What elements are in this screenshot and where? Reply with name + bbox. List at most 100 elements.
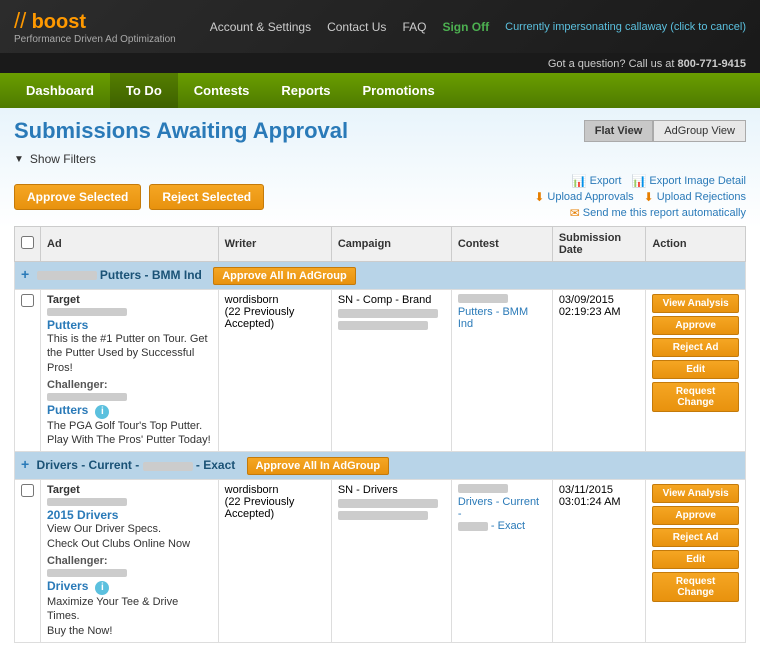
writer-cell-drivers: wordisborn (22 Previously Accepted) <box>218 480 331 642</box>
redacted-campaign <box>338 309 438 318</box>
reject-ad-button-drivers[interactable]: Reject Ad <box>652 528 739 547</box>
contest-link-putters[interactable]: Putters - BMM Ind <box>458 306 528 330</box>
logo-area: // boost Performance Driven Ad Optimizat… <box>14 8 176 45</box>
reject-selected-button[interactable]: Reject Selected <box>149 184 264 210</box>
view-analysis-button-drivers[interactable]: View Analysis <box>652 484 739 503</box>
target-label: Target <box>47 294 212 306</box>
request-change-button-drivers[interactable]: Request Change <box>652 572 739 602</box>
nav-dashboard[interactable]: Dashboard <box>10 73 110 108</box>
writer-name: wordisborn <box>225 294 325 306</box>
flat-view-button[interactable]: Flat View <box>584 120 653 142</box>
challenger-desc-2: Play With The Pros' Putter Today! <box>47 433 212 447</box>
view-buttons: Flat View AdGroup View <box>584 120 746 142</box>
action-cell-drivers: View Analysis Approve Reject Ad Edit Req… <box>646 480 746 642</box>
action-bar: Approve Selected Reject Selected 📊 Expor… <box>14 174 746 220</box>
col-action: Action <box>646 227 746 262</box>
challenger-title-drivers[interactable]: Drivers <box>47 579 88 593</box>
group-header-cell-putters: + Putters - BMM Ind Approve All In AdGro… <box>15 262 746 290</box>
export-label: Export <box>590 175 622 187</box>
approve-all-putters-button[interactable]: Approve All In AdGroup <box>213 267 355 285</box>
approve-selected-button[interactable]: Approve Selected <box>14 184 141 210</box>
edit-button-putters[interactable]: Edit <box>652 360 739 379</box>
show-filters-label[interactable]: Show Filters <box>30 152 96 166</box>
nav-promotions[interactable]: Promotions <box>347 73 451 108</box>
challenger-url-bar-2 <box>47 569 127 577</box>
nav-contact[interactable]: Contact Us <box>327 20 386 34</box>
info-icon-2[interactable]: i <box>95 581 109 595</box>
action-left: Approve Selected Reject Selected <box>14 184 264 210</box>
submission-date-2: 03/11/2015 <box>559 484 640 496</box>
logo: // boost <box>14 8 176 34</box>
reject-ad-button-putters[interactable]: Reject Ad <box>652 338 739 357</box>
nav-todo[interactable]: To Do <box>110 73 178 108</box>
upload-approvals-link[interactable]: ⬇ Upload Approvals <box>534 190 633 204</box>
send-report-label: Send me this report automatically <box>583 207 746 219</box>
top-header: // boost Performance Driven Ad Optimizat… <box>0 0 760 53</box>
campaign-cell-drivers: SN - Drivers <box>331 480 451 642</box>
upload-rejections-label: Upload Rejections <box>657 191 746 203</box>
view-analysis-button-putters[interactable]: View Analysis <box>652 294 739 313</box>
nav-reports[interactable]: Reports <box>265 73 346 108</box>
email-row: ✉ Send me this report automatically <box>570 206 746 220</box>
filter-arrow-icon: ▼ <box>14 154 24 165</box>
nav-contests[interactable]: Contests <box>178 73 266 108</box>
date-cell-drivers: 03/11/2015 03:01:24 AM <box>552 480 646 642</box>
group-expand-icon-drivers[interactable]: + <box>21 456 29 472</box>
redacted-contest-2 <box>458 484 508 493</box>
challenger-desc-1: The PGA Golf Tour's Top Putter. <box>47 419 212 433</box>
group-name-putters: Putters - BMM Ind <box>100 268 202 282</box>
nav-signoff[interactable]: Sign Off <box>442 20 489 34</box>
table-row: Target Putters This is the #1 Putter on … <box>15 290 746 452</box>
row-checkbox[interactable] <box>21 294 34 307</box>
info-icon[interactable]: i <box>95 405 109 419</box>
select-all-checkbox[interactable] <box>21 236 34 249</box>
logo-slash: // <box>14 8 26 33</box>
ad-url-bar <box>47 308 127 316</box>
edit-button-drivers[interactable]: Edit <box>652 550 739 569</box>
challenger-title-putters[interactable]: Putters <box>47 403 88 417</box>
impersonate-notice[interactable]: Currently impersonating callaway (click … <box>505 21 746 33</box>
export-image-label: Export Image Detail <box>649 175 746 187</box>
adgroup-view-button[interactable]: AdGroup View <box>653 120 746 142</box>
ad-desc-drivers-2: Check Out Clubs Online Now <box>47 537 212 551</box>
export-links-row: 📊 Export 📊 Export Image Detail <box>572 174 746 188</box>
request-change-button-putters[interactable]: Request Change <box>652 382 739 412</box>
action-right: 📊 Export 📊 Export Image Detail ⬇ Upload … <box>534 174 746 220</box>
redacted-contest-3 <box>458 522 488 531</box>
approve-button-putters[interactable]: Approve <box>652 316 739 335</box>
redacted-campaign-2 <box>338 321 428 330</box>
upload-rejections-link[interactable]: ⬇ Upload Rejections <box>644 190 746 204</box>
campaign-cell-putters: SN - Comp - Brand <box>331 290 451 452</box>
upload-rejections-icon: ⬇ <box>644 190 654 204</box>
ad-title-putters-target[interactable]: Putters <box>47 318 88 332</box>
nav-faq[interactable]: FAQ <box>402 20 426 34</box>
ad-url-bar-2 <box>47 498 127 506</box>
group-name-drivers-2: - Exact <box>196 458 235 472</box>
export-link[interactable]: 📊 Export <box>572 174 622 188</box>
nav-account[interactable]: Account & Settings <box>210 20 311 34</box>
challenger-desc-drivers-2: Buy the Now! <box>47 624 212 638</box>
approve-all-drivers-button[interactable]: Approve All In AdGroup <box>247 457 389 475</box>
ad-title-drivers-target[interactable]: 2015 Drivers <box>47 508 118 522</box>
row-checkbox-2[interactable] <box>21 484 34 497</box>
group-expand-icon-putters[interactable]: + <box>21 266 29 282</box>
writer-name-2: wordisborn <box>225 484 325 496</box>
upload-links-row: ⬇ Upload Approvals ⬇ Upload Rejections <box>534 190 746 204</box>
challenger-label: Challenger: <box>47 379 212 391</box>
col-submission-date: Submission Date <box>552 227 646 262</box>
export-image-icon: 📊 <box>631 174 646 188</box>
upload-approvals-label: Upload Approvals <box>547 191 633 203</box>
group-name-drivers: Drivers - Current - <box>37 458 143 472</box>
send-report-link[interactable]: ✉ Send me this report automatically <box>570 206 746 220</box>
contest-link-drivers[interactable]: Drivers - Current - - Exact <box>458 496 539 532</box>
col-campaign: Campaign <box>331 227 451 262</box>
export-image-link[interactable]: 📊 Export Image Detail <box>631 174 746 188</box>
col-ad: Ad <box>41 227 219 262</box>
logo-text: boost <box>32 11 86 33</box>
table-header-row: Ad Writer Campaign Contest Submission Da… <box>15 227 746 262</box>
redacted-campaign-3 <box>338 499 438 508</box>
approve-button-drivers[interactable]: Approve <box>652 506 739 525</box>
campaign-name-2: SN - Drivers <box>338 484 445 496</box>
content-area: Submissions Awaiting Approval Flat View … <box>0 108 760 653</box>
target-label-2: Target <box>47 484 212 496</box>
